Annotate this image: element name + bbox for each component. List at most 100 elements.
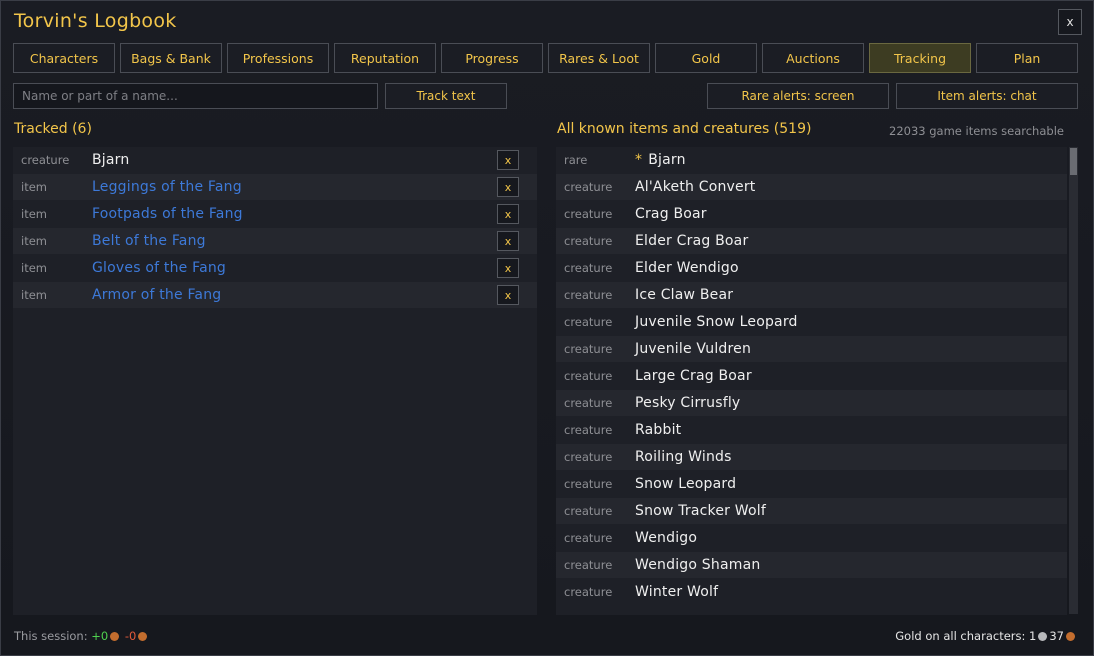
row-kind: creature (564, 396, 613, 410)
known-row[interactable]: creature Rabbit (556, 417, 1067, 443)
row-kind: item (21, 207, 47, 221)
remove-button[interactable]: x (497, 231, 519, 251)
silver-coin-icon (1038, 632, 1048, 641)
tracked-row[interactable]: item Footpads of the Fang x (13, 201, 537, 227)
copper-coin-icon (138, 632, 148, 641)
known-row[interactable]: rare * Bjarn (556, 147, 1067, 173)
tab-gold[interactable]: Gold (655, 43, 757, 73)
known-row[interactable]: creature Juvenile Snow Leopard (556, 309, 1067, 335)
row-name: Wendigo Shaman (635, 557, 761, 573)
row-kind: item (21, 180, 47, 194)
tab-characters[interactable]: Characters (13, 43, 115, 73)
known-row[interactable]: creature Elder Wendigo (556, 255, 1067, 281)
row-kind: creature (564, 450, 613, 464)
tracked-row[interactable]: creature Bjarn x (13, 147, 537, 173)
row-name: Pesky Cirrusfly (635, 395, 741, 411)
row-name: Elder Wendigo (635, 260, 739, 276)
row-name: Bjarn (92, 152, 130, 168)
remove-button[interactable]: x (497, 150, 519, 170)
known-row[interactable]: creature Juvenile Vuldren (556, 336, 1067, 362)
gold-label: Gold on all characters: (895, 629, 1026, 643)
row-kind: item (21, 234, 47, 248)
known-row[interactable]: creature Wendigo Shaman (556, 552, 1067, 578)
remove-button[interactable]: x (497, 285, 519, 305)
row-kind: creature (564, 288, 613, 302)
row-kind: creature (564, 585, 613, 599)
known-row[interactable]: creature Pesky Cirrusfly (556, 390, 1067, 416)
name-search-input[interactable] (13, 83, 378, 109)
tracked-row[interactable]: item Leggings of the Fang x (13, 174, 537, 200)
tracked-row[interactable]: item Armor of the Fang x (13, 282, 537, 308)
tab-plan[interactable]: Plan (976, 43, 1078, 73)
remove-button[interactable]: x (497, 204, 519, 224)
row-kind: creature (564, 504, 613, 518)
copper-amount: 37 (1049, 629, 1064, 643)
tracked-title: Tracked (6) (14, 121, 92, 137)
row-kind: rare (564, 153, 588, 167)
rare-star-icon: * (635, 152, 643, 168)
item-link[interactable]: Gloves of the Fang (92, 260, 226, 276)
known-row[interactable]: creature Roiling Winds (556, 444, 1067, 470)
row-kind: item (21, 261, 47, 275)
row-kind: item (21, 288, 47, 302)
row-name: Al'Aketh Convert (635, 179, 756, 195)
tracked-row[interactable]: item Gloves of the Fang x (13, 255, 537, 281)
scrollbar-thumb[interactable] (1070, 148, 1077, 175)
row-name: Juvenile Snow Leopard (635, 314, 798, 330)
row-name: Snow Tracker Wolf (635, 503, 766, 519)
session-loss: -0 (124, 629, 137, 643)
tab-progress[interactable]: Progress (441, 43, 543, 73)
tab-professions[interactable]: Professions (227, 43, 329, 73)
rare-alerts-button[interactable]: Rare alerts: screen (707, 83, 889, 109)
remove-button[interactable]: x (497, 177, 519, 197)
row-name: Winter Wolf (635, 584, 719, 600)
tab-bags-bank[interactable]: Bags & Bank (120, 43, 222, 73)
session-gain: +0 (91, 629, 109, 643)
known-row[interactable]: creature Snow Tracker Wolf (556, 498, 1067, 524)
close-button[interactable]: x (1058, 9, 1082, 35)
row-name: Ice Claw Bear (635, 287, 734, 303)
item-alerts-button[interactable]: Item alerts: chat (896, 83, 1078, 109)
row-name: Rabbit (635, 422, 682, 438)
known-row[interactable]: creature Snow Leopard (556, 471, 1067, 497)
row-kind: creature (564, 477, 613, 491)
known-list-scrollbar[interactable] (1069, 147, 1078, 614)
row-name: Bjarn (648, 152, 686, 168)
gold-total: Gold on all characters: 1 37 (895, 629, 1077, 643)
row-kind: creature (564, 369, 613, 383)
tracked-row[interactable]: item Belt of the Fang x (13, 228, 537, 254)
item-link[interactable]: Footpads of the Fang (92, 206, 243, 222)
window-title: Torvin's Logbook (14, 10, 177, 32)
known-row[interactable]: creature Crag Boar (556, 201, 1067, 227)
known-row[interactable]: creature Elder Crag Boar (556, 228, 1067, 254)
row-name: Large Crag Boar (635, 368, 752, 384)
item-link[interactable]: Leggings of the Fang (92, 179, 242, 195)
known-title: All known items and creatures (519) (557, 121, 812, 137)
known-row[interactable]: creature Ice Claw Bear (556, 282, 1067, 308)
row-kind: creature (21, 153, 70, 167)
logbook-window: Torvin's Logbook x Characters Bags & Ban… (0, 0, 1094, 656)
row-kind: creature (564, 180, 613, 194)
row-kind: creature (564, 558, 613, 572)
row-kind: creature (564, 207, 613, 221)
track-text-button[interactable]: Track text (385, 83, 507, 109)
known-row[interactable]: creature Winter Wolf (556, 579, 1067, 605)
known-row[interactable]: creature Wendigo (556, 525, 1067, 551)
tab-tracking[interactable]: Tracking (869, 43, 971, 73)
item-link[interactable]: Belt of the Fang (92, 233, 206, 249)
known-row[interactable]: creature Al'Aketh Convert (556, 174, 1067, 200)
row-name: Roiling Winds (635, 449, 732, 465)
session-label: This session: (14, 629, 88, 643)
row-name: Crag Boar (635, 206, 707, 222)
session-summary: This session: +0 -0 (14, 629, 149, 643)
tab-auctions[interactable]: Auctions (762, 43, 864, 73)
copper-coin-icon (1066, 632, 1075, 641)
tab-rares-loot[interactable]: Rares & Loot (548, 43, 650, 73)
known-row[interactable]: creature Large Crag Boar (556, 363, 1067, 389)
item-link[interactable]: Armor of the Fang (92, 287, 221, 303)
row-name: Snow Leopard (635, 476, 737, 492)
remove-button[interactable]: x (497, 258, 519, 278)
known-list: rare * Bjarn creature Al'Aketh Convert cre… (556, 147, 1067, 615)
row-name: Juvenile Vuldren (635, 341, 752, 357)
tab-reputation[interactable]: Reputation (334, 43, 436, 73)
